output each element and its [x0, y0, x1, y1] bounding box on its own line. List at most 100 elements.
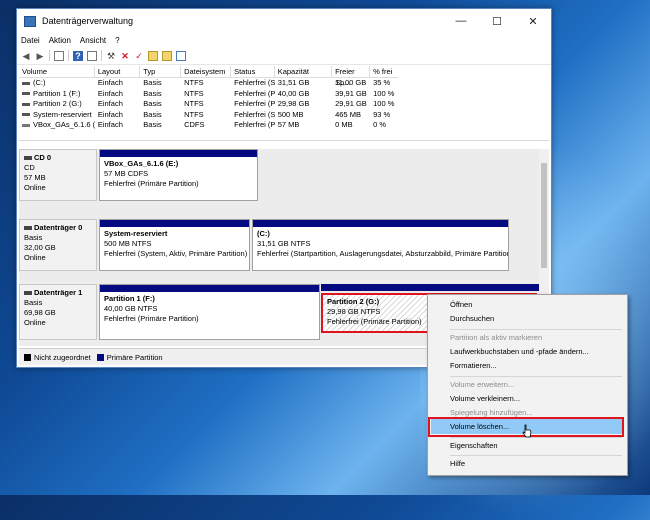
partition-title: VBox_GAs_6.1.6 (E:): [104, 159, 179, 168]
minimize-button[interactable]: —: [443, 15, 479, 28]
toolbar-divider: [49, 50, 50, 61]
disk-size: 57 MB: [24, 173, 46, 182]
type-cell: Basis: [143, 120, 162, 129]
column-header[interactable]: Volume: [19, 66, 95, 77]
cd-volume-icon: [22, 123, 30, 127]
menu-item-format[interactable]: Formatieren...: [450, 360, 497, 372]
properties-icon[interactable]: [87, 50, 97, 61]
layout-cell: Einfach: [97, 78, 123, 87]
menu-item-properties[interactable]: Eigenschaften: [450, 440, 498, 452]
column-header[interactable]: Layout: [95, 66, 141, 77]
menu-item-browse[interactable]: Durchsuchen: [450, 313, 494, 325]
unallocated-swatch: [24, 353, 31, 361]
partition-size: 40,00 GB NTFS: [104, 304, 158, 313]
status-cell: Fehlerfrei (P...: [234, 88, 275, 98]
menu-item-open[interactable]: Öffnen: [450, 299, 472, 311]
disk-name: Datenträger 1: [34, 288, 83, 297]
menu-bar: Datei Aktion Ansicht ?: [17, 33, 551, 47]
volume-cell: Partition 2 (G:): [33, 99, 82, 108]
menu-aktion[interactable]: Aktion: [49, 36, 71, 45]
partition-status: Fehlerfrei (Primäre Partition): [104, 314, 199, 323]
primary-partition-bar: [321, 284, 539, 291]
menu-separator: [450, 376, 622, 377]
disk-info-0[interactable]: Datenträger 0 Basis 32,00 GB Online: [19, 219, 97, 271]
disk-name: Datenträger 0: [34, 223, 83, 232]
volume-table: Volume Layout Typ Dateisystem Status Kap…: [19, 66, 398, 131]
type-cell: Basis: [143, 109, 162, 119]
type-cell: Basis: [143, 99, 162, 108]
menu-item-shrink-volume[interactable]: Volume verkleinern...: [450, 393, 520, 405]
back-arrow-icon[interactable]: ◀: [21, 51, 31, 61]
layout-cell: Einfach: [97, 109, 123, 119]
menu-item-extend-volume[interactable]: Volume erweitern...: [450, 379, 514, 391]
volume-icon: [22, 113, 30, 117]
table-row[interactable]: System-reserviert Einfach Basis NTFS Feh…: [19, 110, 398, 121]
pane-divider[interactable]: [19, 140, 549, 147]
status-cell: Fehlerfrei (S...: [234, 109, 275, 119]
disk-icon: [24, 291, 32, 296]
toolbar-divider: [101, 50, 102, 61]
toolbar-divider: [68, 50, 69, 61]
context-menu: Öffnen Durchsuchen Partition als aktiv m…: [427, 294, 628, 476]
primary-partition-bar: [100, 220, 249, 227]
menu-item-change-drive-letter[interactable]: Laufwerkbuchstaben und -pfade ändern...: [450, 346, 589, 358]
menu-help[interactable]: ?: [115, 36, 119, 45]
free-space-cell: 29,91 GB: [335, 99, 367, 108]
menu-item-help[interactable]: Hilfe: [450, 458, 465, 470]
partition-f[interactable]: Partition 1 (F:) 40,00 GB NTFS Fehlerfre…: [99, 284, 320, 340]
disk-info-cd0[interactable]: CD 0 CD 57 MB Online: [19, 149, 97, 201]
menu-item-mark-active[interactable]: Partition als aktiv markieren: [450, 332, 542, 344]
legend-unallocated: Nicht zugeordnet: [34, 352, 91, 362]
partition-c[interactable]: (C:) 31,51 GB NTFS Fehlerfrei (Startpart…: [252, 219, 509, 271]
partition-vbox[interactable]: VBox_GAs_6.1.6 (E:) 57 MB CDFS Fehlerfre…: [99, 149, 258, 201]
volume-icon: [22, 102, 30, 106]
partition-title: System-reserviert: [104, 229, 168, 238]
free-space-cell: 39,91 GB: [335, 88, 367, 98]
status-cell: Fehlerfrei (P...: [234, 120, 275, 129]
layout-cell: Einfach: [97, 99, 123, 108]
percent-free-cell: 0 %: [373, 120, 387, 129]
capacity-cell: 29,98 GB: [277, 99, 310, 108]
column-header[interactable]: Dateisystem: [181, 66, 232, 77]
partition-system-reserved[interactable]: System-reserviert 500 MB NTFS Fehlerfrei…: [99, 219, 250, 271]
table-row[interactable]: VBox_GAs_6.1.6 (E:) Einfach Basis CDFS F…: [19, 120, 398, 131]
disk-status: Online: [24, 318, 46, 327]
maximize-button[interactable]: ☐: [479, 15, 515, 28]
layout-cell: Einfach: [97, 88, 123, 98]
table-row[interactable]: Partition 2 (G:) Einfach Basis NTFS Fehl…: [19, 99, 398, 110]
forward-arrow-icon[interactable]: ▶: [35, 51, 45, 61]
disk-info-1[interactable]: Datenträger 1 Basis 69,98 GB Online: [19, 284, 97, 340]
disk-row-cd0: CD 0 CD 57 MB Online VBox_GAs_6.1.6 (E:)…: [19, 149, 539, 201]
partition-status: Fehlerfrei (System, Aktiv, Primäre Parti…: [104, 249, 248, 258]
capacity-cell: 500 MB: [277, 109, 304, 119]
partition-size: 31,51 GB NTFS: [257, 239, 311, 248]
primary-partition-bar: [100, 285, 319, 292]
status-cell: Fehlerfrei (P...: [234, 99, 275, 108]
checklist-icon[interactable]: ✓: [134, 51, 144, 61]
menu-datei[interactable]: Datei: [21, 36, 40, 45]
menu-ansicht[interactable]: Ansicht: [80, 36, 106, 45]
new-folder-icon[interactable]: [162, 50, 172, 61]
column-header[interactable]: Freier Sp...: [332, 66, 371, 87]
status-cell: Fehlerfrei (S...: [234, 78, 275, 87]
table-row[interactable]: (C:) Einfach Basis NTFS Fehlerfrei (S...…: [19, 78, 398, 89]
column-header[interactable]: Kapazität: [275, 66, 333, 77]
delete-icon[interactable]: ✕: [120, 51, 130, 61]
column-header[interactable]: % frei: [370, 66, 398, 77]
free-space-cell: 0 MB: [335, 120, 353, 129]
close-button[interactable]: ✕: [515, 15, 551, 28]
connect-icon[interactable]: ⚒: [106, 51, 116, 61]
column-header[interactable]: Status: [231, 66, 275, 77]
table-row[interactable]: Partition 1 (F:) Einfach Basis NTFS Fehl…: [19, 89, 398, 100]
view-icon[interactable]: [176, 50, 186, 61]
scrollbar-thumb[interactable]: [541, 163, 547, 268]
help-icon[interactable]: ?: [73, 50, 83, 61]
folder-icon[interactable]: [148, 50, 158, 61]
console-tree-icon[interactable]: [54, 50, 64, 61]
filesystem-cell: NTFS: [184, 99, 204, 108]
column-header[interactable]: Typ: [140, 66, 182, 77]
percent-free-cell: 93 %: [373, 109, 391, 119]
volume-icon: [22, 81, 30, 85]
disk-status: Online: [24, 183, 46, 192]
disk-name: CD 0: [34, 153, 52, 162]
